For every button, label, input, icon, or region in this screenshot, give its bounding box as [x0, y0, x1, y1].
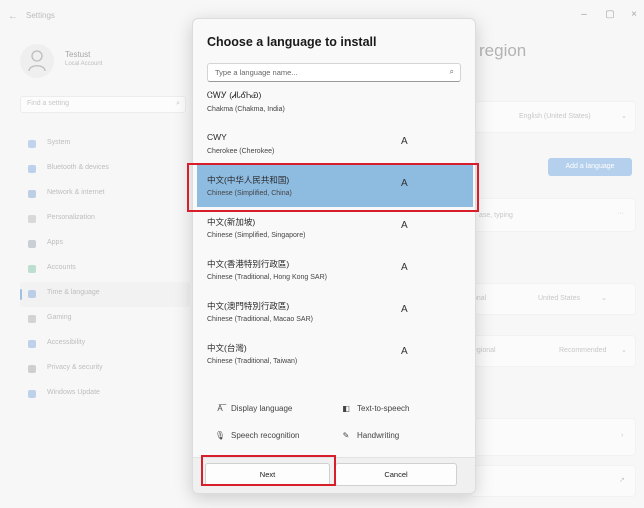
- microphone-icon: 🎙: [214, 431, 226, 440]
- language-english-name: Chakma (Chakma, India): [207, 106, 285, 113]
- feature-speech-recognition: 🎙 Speech recognition: [214, 431, 300, 440]
- language-native-name: ᏣᎳᎩ (ᏗᏓᎴᏂᏯ): [207, 91, 262, 100]
- feature-text-to-speech: ◧ Text-to-speech: [339, 404, 409, 413]
- language-english-name: Chinese (Simplified, Singapore): [207, 232, 306, 239]
- language-native-name: 中文(香港特别行政區): [207, 259, 290, 269]
- language-native-name: 中文(澳門特別行政區): [207, 301, 290, 311]
- language-native-name: CWY: [207, 132, 227, 142]
- language-features: A͞ Display language ◧ Text-to-speech 🎙 Spee…: [193, 393, 475, 457]
- display-language-icon: A: [401, 220, 408, 231]
- language-native-name: 中文(台灣): [207, 343, 247, 353]
- language-list-item[interactable]: 中文(香港特别行政區) Chinese (Traditional, Hong Ko…: [197, 249, 473, 291]
- display-language-icon: A͞: [217, 404, 223, 413]
- feature-display-language: A͞ Display language: [213, 404, 292, 413]
- text-to-speech-icon: ◧: [342, 404, 350, 413]
- search-icon: ⌕: [449, 67, 454, 76]
- display-language-icon: A: [401, 304, 408, 315]
- language-search-input[interactable]: Type a language name... ⌕: [207, 63, 461, 82]
- language-english-name: Chinese (Simplified, China): [207, 190, 292, 197]
- dialog-footer: Next Cancel: [193, 457, 475, 493]
- language-native-name: 中文(中华人民共和国): [207, 175, 290, 185]
- dialog-title: Choose a language to install: [207, 35, 377, 49]
- language-english-name: Chinese (Traditional, Taiwan): [207, 358, 298, 365]
- feature-handwriting: ✎ Handwriting: [339, 431, 400, 440]
- next-button[interactable]: Next: [205, 463, 330, 486]
- display-language-icon: A: [401, 346, 408, 357]
- language-list-item[interactable]: 中文(澳門特別行政區) Chinese (Traditional, Macao S…: [197, 291, 473, 333]
- language-list-item[interactable]: 中文(台灣) Chinese (Traditional, Taiwan) A: [197, 333, 473, 375]
- language-list-item[interactable]: CWY Cherokee (Cherokee) A: [197, 123, 473, 165]
- language-list[interactable]: ᏣᎳᎩ (ᏗᏓᎴᏂᏯ) Chakma (Chakma, India) CWY Cher…: [197, 91, 473, 397]
- language-native-name: 中文(新加坡): [207, 217, 256, 227]
- handwriting-icon: ✎: [342, 431, 350, 440]
- language-search-placeholder: Type a language name...: [215, 68, 298, 77]
- language-english-name: Cherokee (Cherokee): [207, 148, 275, 155]
- language-list-item[interactable]: 中文(中华人民共和国) Chinese (Simplified, China) A: [197, 165, 473, 207]
- display-language-icon: A: [401, 262, 408, 273]
- language-english-name: Chinese (Traditional, Hong Kong SAR): [207, 274, 327, 281]
- language-english-name: Chinese (Traditional, Macao SAR): [207, 316, 313, 323]
- cancel-button[interactable]: Cancel: [335, 463, 457, 486]
- language-install-dialog: Choose a language to install Type a lang…: [192, 18, 476, 494]
- display-language-icon: A: [401, 136, 408, 147]
- language-list-item[interactable]: ᏣᎳᎩ (ᏗᏓᎴᏂᏯ) Chakma (Chakma, India): [197, 91, 473, 123]
- display-language-icon: A: [401, 178, 408, 189]
- language-list-item[interactable]: 中文(新加坡) Chinese (Simplified, Singapore) A: [197, 207, 473, 249]
